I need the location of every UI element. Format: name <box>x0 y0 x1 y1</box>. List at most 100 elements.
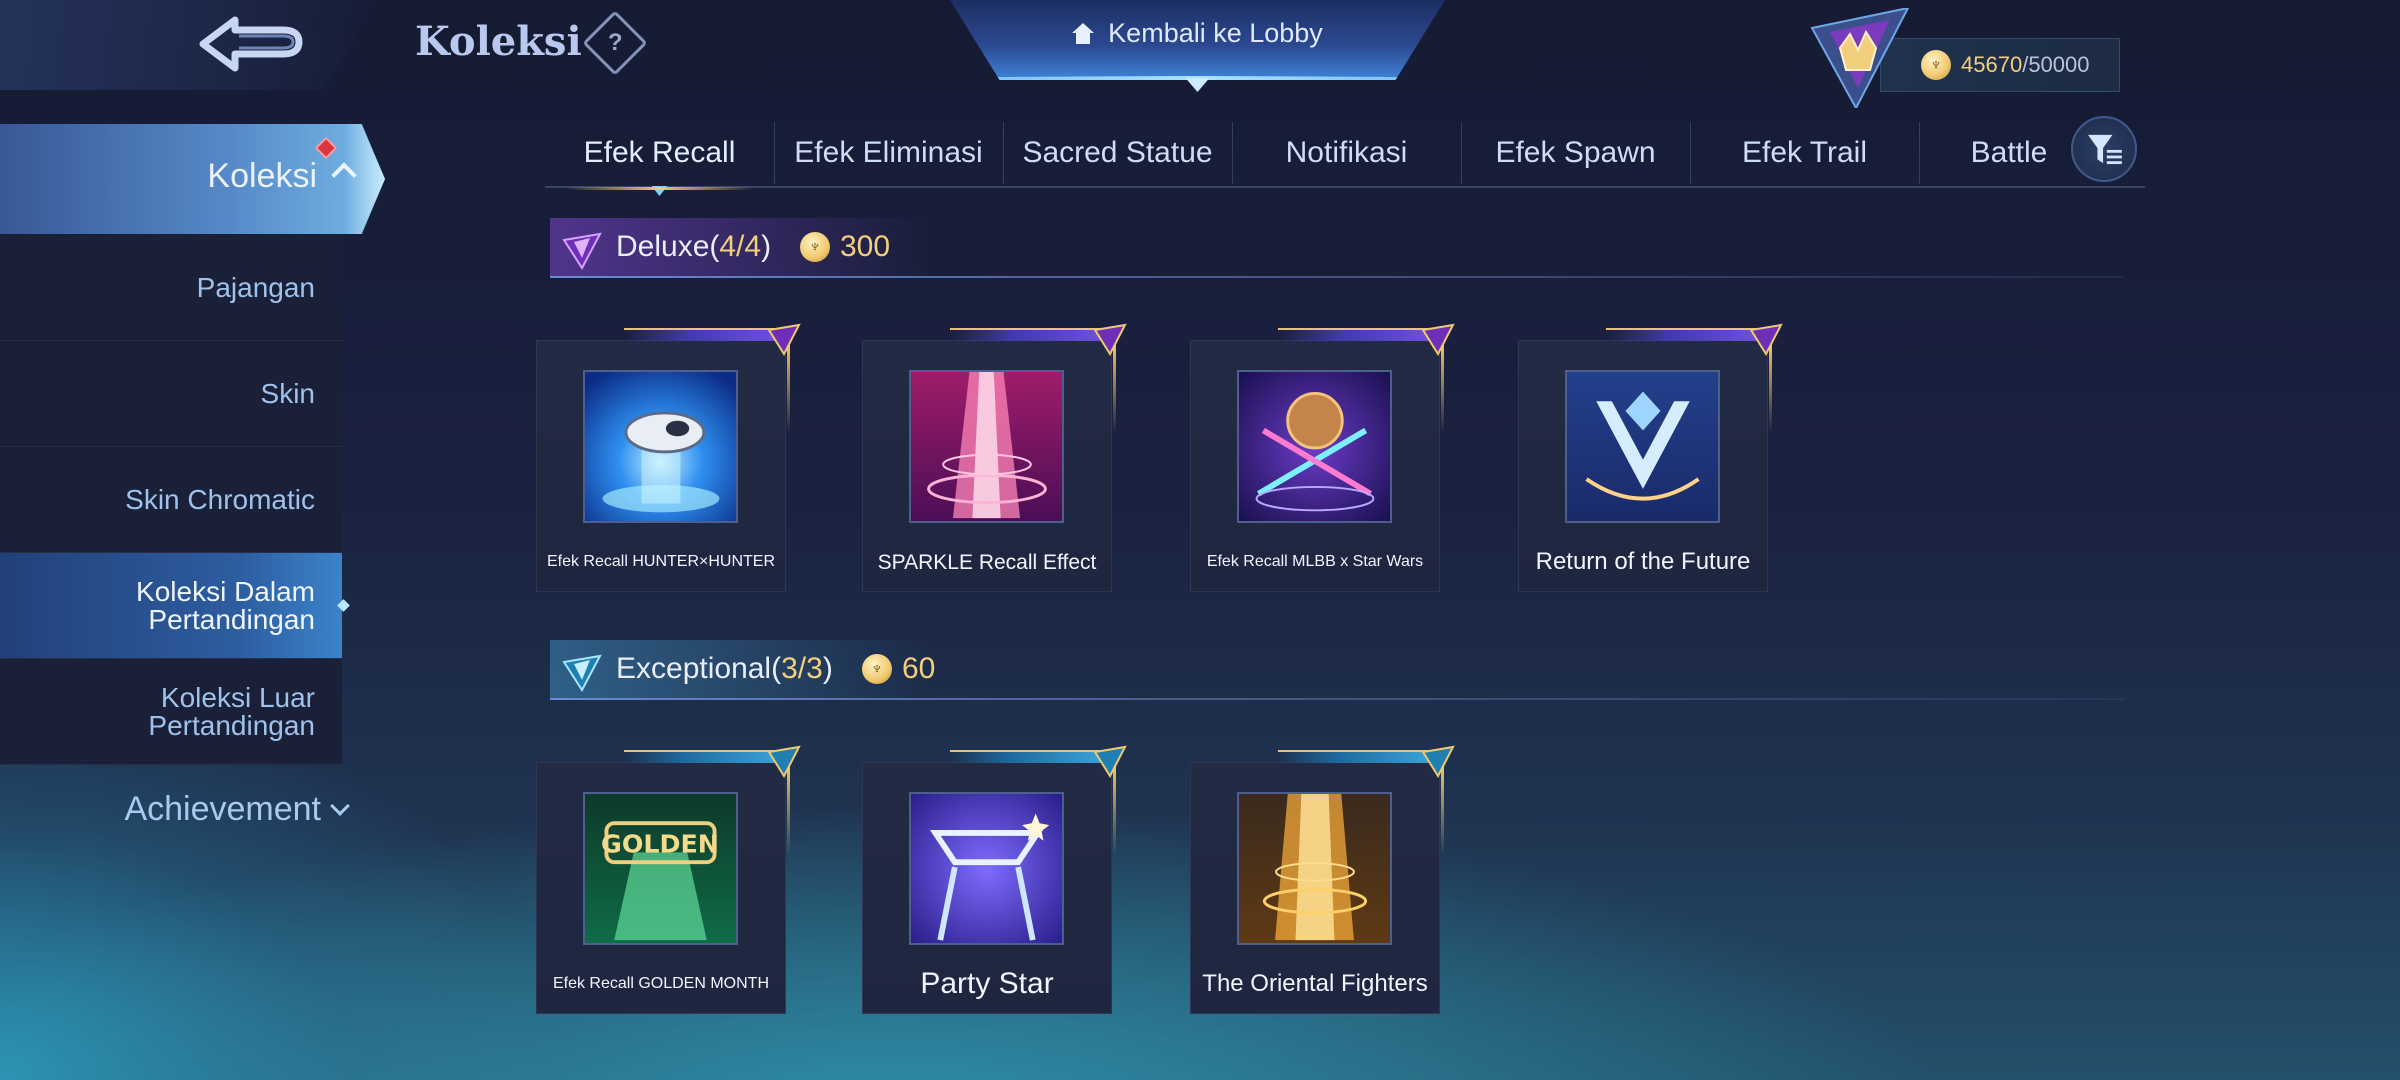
help-icon[interactable]: ? <box>582 10 648 76</box>
oriental-fighters-thumbnail <box>1237 792 1392 945</box>
page-title: Koleksi <box>415 18 582 65</box>
sidebar-item-pajangan[interactable]: Pajangan <box>0 235 342 341</box>
back-arrow-icon[interactable] <box>195 12 310 80</box>
section-title-close: ) <box>822 652 833 685</box>
section-divider <box>550 276 2125 278</box>
help-symbol: ? <box>607 28 623 56</box>
points-current: 45670 <box>1961 52 2023 77</box>
exceptional-gem-icon <box>767 745 801 778</box>
section-header-exceptional: Exceptional(3/3) ♆ 60 <box>550 640 2125 700</box>
card-name: Party Star <box>920 967 1054 1000</box>
section-cost: ♆ 300 <box>800 230 890 264</box>
rarity-ribbon-line <box>787 766 790 856</box>
rarity-ribbon-line <box>1769 344 1772 434</box>
collection-point-coin-icon: ♆ <box>1921 50 1951 80</box>
sidebar-item-koleksi-dalam-pertandingan[interactable]: Koleksi Dalam Pertandingan <box>0 553 342 659</box>
collection-card[interactable]: GOLDEN Efek Recall GOLDEN MONTH <box>536 745 801 1014</box>
section-title-text: Exceptional( <box>616 652 782 685</box>
tab-label: Efek Spawn <box>1495 136 1656 169</box>
svg-text:GOLDEN: GOLDEN <box>601 828 719 858</box>
deluxe-gem-icon <box>1421 323 1455 356</box>
category-tabs: Efek Recall Efek Eliminasi Sacred Statue… <box>545 118 2145 196</box>
recall-hunterxhunter-thumbnail <box>583 370 738 523</box>
deluxe-gem-icon <box>767 323 801 356</box>
section-header-deluxe: Deluxe(4/4) ♆ 300 <box>550 218 2125 278</box>
rarity-ribbon-line <box>1441 344 1444 434</box>
tab-efek-spawn[interactable]: Efek Spawn <box>1461 118 1690 188</box>
tab-label: Efek Recall <box>583 136 736 169</box>
sidebar-item-label: Koleksi Dalam Pertandingan <box>136 575 315 635</box>
sidebar-subitems: Pajangan Skin Skin Chromatic Koleksi Dal… <box>0 235 342 765</box>
rarity-ribbon-line <box>787 344 790 434</box>
return-of-the-future-thumbnail <box>1565 370 1720 523</box>
chevron-down-icon <box>330 795 350 816</box>
section-count: 4/4 <box>719 230 762 263</box>
section-cost-value: 300 <box>840 230 891 263</box>
deluxe-gem-icon <box>1749 323 1783 356</box>
rarity-ribbon-line <box>1441 766 1444 856</box>
tab-label: Efek Trail <box>1741 136 1868 169</box>
tab-label: Battle <box>1970 136 2048 169</box>
sidebar-item-achievement[interactable]: Achievement <box>0 790 355 829</box>
section-title: Exceptional(3/3) <box>616 652 833 686</box>
card-name: Return of the Future <box>1535 548 1751 575</box>
collection-card[interactable]: Return of the Future <box>1518 323 1783 592</box>
exceptional-gem-icon <box>562 654 602 692</box>
tab-notifikasi[interactable]: Notifikasi <box>1232 118 1461 188</box>
rarity-ribbon-line <box>1113 344 1116 434</box>
deluxe-gem-icon <box>1093 323 1127 356</box>
card-name: Efek Recall MLBB x Star Wars <box>1206 553 1424 570</box>
sidebar-item-skin[interactable]: Skin <box>0 341 342 447</box>
lobby-button-label: Kembali ke Lobby <box>1108 18 1323 48</box>
section-divider <box>550 698 2125 700</box>
tab-label: Efek Eliminasi <box>794 136 983 169</box>
section-cost-value: 60 <box>902 652 936 685</box>
collection-card[interactable]: Party Star <box>862 745 1127 1014</box>
active-tab-marker-icon <box>651 186 668 196</box>
sidebar-item-label: Pajangan <box>196 271 315 303</box>
sidebar-item-koleksi-luar-pertandingan[interactable]: Koleksi Luar Pertandingan <box>0 659 342 765</box>
sidebar-item-skin-chromatic[interactable]: Skin Chromatic <box>0 447 342 553</box>
collection-card[interactable]: Efek Recall HUNTER×HUNTER <box>536 323 801 592</box>
collection-card[interactable]: Efek Recall MLBB x Star Wars <box>1190 323 1455 592</box>
collection-card[interactable]: SPARKLE Recall Effect <box>862 323 1127 592</box>
recall-star-wars-thumbnail <box>1237 370 1392 523</box>
home-icon <box>1072 22 1095 45</box>
tab-sacred-statue[interactable]: Sacred Statue <box>1003 118 1232 188</box>
sidebar-item-label: Koleksi Luar Pertandingan <box>148 681 315 741</box>
section-title-text: Deluxe( <box>616 230 720 263</box>
exceptional-gem-icon <box>1421 745 1455 778</box>
tab-label: Notifikasi <box>1285 136 1408 169</box>
collection-point-coin-icon: ♆ <box>862 654 892 684</box>
back-to-lobby-button[interactable]: Kembali ke Lobby <box>950 0 1445 92</box>
tab-efek-eliminasi[interactable]: Efek Eliminasi <box>774 118 1003 188</box>
exceptional-gem-icon <box>1093 745 1127 778</box>
collection-card[interactable]: The Oriental Fighters <box>1190 745 1455 1014</box>
party-star-thumbnail <box>909 792 1064 945</box>
section-title: Deluxe(4/4) <box>616 230 771 264</box>
deluxe-gem-icon <box>562 232 602 270</box>
card-name: Efek Recall GOLDEN MONTH <box>552 975 770 992</box>
section-count: 3/3 <box>781 652 823 685</box>
filter-icon[interactable] <box>2071 116 2137 182</box>
collection-point-coin-icon: ♆ <box>800 232 830 262</box>
card-name: SPARKLE Recall Effect <box>877 550 1097 574</box>
card-name: The Oriental Fighters <box>1202 970 1428 997</box>
sidebar-main-label: Koleksi <box>207 157 317 195</box>
sidebar-item-label: Skin <box>260 377 315 409</box>
tab-label: Sacred Statue <box>1022 136 1213 169</box>
rank-badge-icon <box>1810 8 1910 108</box>
tab-efek-recall[interactable]: Efek Recall <box>545 118 774 196</box>
sidebar-item-label: Skin Chromatic <box>125 483 315 515</box>
section-cost: ♆ 60 <box>862 652 935 686</box>
lobby-chevron-icon <box>1185 78 1210 92</box>
sparkle-recall-thumbnail <box>909 370 1064 523</box>
achievement-label: Achievement <box>124 790 321 828</box>
recall-golden-month-thumbnail: GOLDEN <box>583 792 738 945</box>
points-max: 50000 <box>2028 52 2090 77</box>
tab-efek-trail[interactable]: Efek Trail <box>1690 118 1919 188</box>
header-plate <box>0 0 380 90</box>
section-title-close: ) <box>761 230 772 263</box>
rarity-ribbon-line <box>1113 766 1116 856</box>
card-name: Efek Recall HUNTER×HUNTER <box>546 553 776 570</box>
